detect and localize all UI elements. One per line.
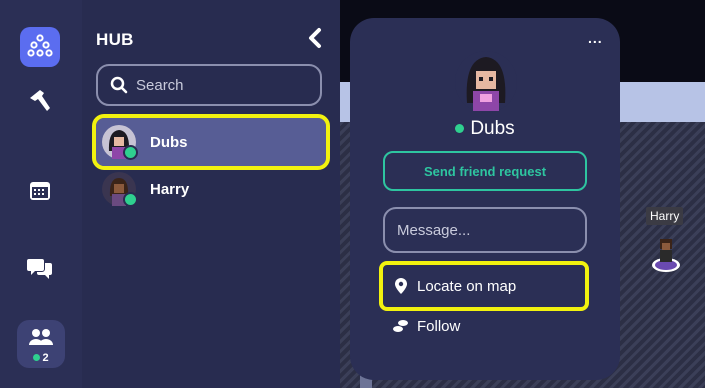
rail-chat-button[interactable] bbox=[20, 248, 60, 288]
online-status-icon bbox=[455, 124, 465, 134]
user-row-harry[interactable]: Harry bbox=[96, 165, 326, 213]
rail-network-button[interactable] bbox=[20, 27, 60, 67]
player-name-tag: Harry bbox=[646, 207, 684, 225]
profile-avatar bbox=[455, 51, 517, 113]
location-pin-icon bbox=[393, 278, 409, 294]
chevron-left-icon bbox=[309, 28, 321, 48]
avatar bbox=[102, 125, 138, 160]
people-icon bbox=[29, 329, 53, 345]
player-sprite-harry[interactable] bbox=[650, 233, 682, 273]
search-icon bbox=[110, 76, 128, 94]
online-dot-icon bbox=[33, 354, 41, 361]
profile-name-text: Dubs bbox=[470, 118, 515, 139]
hub-title: HUB bbox=[96, 30, 134, 49]
chat-bubbles-icon bbox=[27, 259, 52, 279]
locate-on-map-button[interactable]: Locate on map bbox=[379, 261, 589, 311]
rail-people-button[interactable]: 2 bbox=[17, 320, 65, 368]
search-input[interactable]: Search bbox=[96, 64, 322, 106]
more-options-button[interactable]: ... bbox=[588, 30, 603, 46]
online-count: 2 bbox=[17, 352, 65, 364]
locate-label: Locate on map bbox=[417, 277, 517, 295]
online-status-icon bbox=[123, 192, 138, 207]
calendar-icon bbox=[30, 182, 50, 200]
rail-build-button[interactable] bbox=[20, 80, 60, 120]
harry-sprite-icon bbox=[652, 239, 680, 272]
message-input[interactable] bbox=[383, 207, 587, 253]
follow-button[interactable]: Follow bbox=[383, 305, 585, 347]
avatar bbox=[102, 172, 138, 207]
profile-name: Dubs bbox=[350, 118, 620, 140]
profile-popup: ... Dubs Send friend request Locate on m… bbox=[350, 18, 620, 380]
online-count-value: 2 bbox=[42, 352, 49, 364]
network-icon bbox=[27, 34, 53, 57]
collapse-panel-button[interactable] bbox=[304, 26, 326, 50]
hammer-icon bbox=[30, 90, 50, 111]
footsteps-icon bbox=[393, 318, 409, 334]
user-row-dubs[interactable]: Dubs bbox=[92, 114, 330, 170]
online-status-icon bbox=[123, 145, 138, 160]
user-name: Harry bbox=[150, 180, 190, 198]
follow-label: Follow bbox=[417, 317, 461, 335]
send-friend-request-button[interactable]: Send friend request bbox=[383, 151, 587, 191]
search-placeholder: Search bbox=[136, 76, 184, 94]
avatar-dubs-large-icon bbox=[455, 51, 517, 113]
rail-calendar-button[interactable] bbox=[20, 170, 60, 210]
user-name: Dubs bbox=[150, 133, 188, 151]
left-rail: 2 bbox=[0, 0, 82, 388]
hub-panel: HUB Search Dubs Harry bbox=[82, 0, 340, 388]
